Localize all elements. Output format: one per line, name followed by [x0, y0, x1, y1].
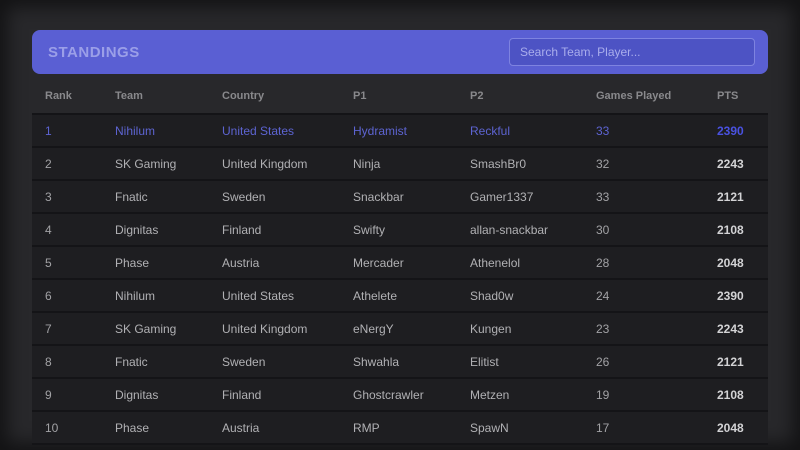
cell-games-played: 32 [596, 156, 610, 171]
cell-p2: SpawN [470, 420, 509, 435]
cell-team: Phase [115, 420, 150, 435]
cell-pts: 2121 [717, 354, 744, 369]
cell-pts: 2243 [717, 156, 744, 171]
cell-team: SK Gaming [115, 156, 177, 171]
page-title: STANDINGS [48, 43, 140, 61]
table-row[interactable]: 7 SK Gaming United Kingdom eNergY Kungen… [32, 313, 768, 344]
cell-p1: Ninja [353, 156, 381, 171]
cell-team: Nihilum [115, 288, 156, 303]
cell-pts: 2121 [717, 189, 744, 204]
cell-p2: Elitist [470, 354, 499, 369]
cell-team: Phase [115, 255, 150, 270]
cell-rank: 3 [45, 189, 52, 204]
cell-country: Sweden [222, 189, 266, 204]
table-row[interactable]: 1 Nihilum United States Hydramist Reckfu… [32, 115, 768, 146]
cell-p1: Swifty [353, 222, 386, 237]
cell-games-played: 30 [596, 222, 610, 237]
cell-rank: 8 [45, 354, 52, 369]
cell-team: Dignitas [115, 222, 159, 237]
cell-country: Austria [222, 255, 260, 270]
cell-pts: 2243 [717, 321, 744, 336]
cell-team: Fnatic [115, 354, 148, 369]
search-input[interactable] [509, 38, 755, 66]
table-header-row: Rank Team Country P1 P2 Games Played PTS [32, 84, 768, 108]
cell-p2: Shad0w [470, 288, 514, 303]
cell-country: United States [222, 288, 295, 303]
cell-p1: eNergY [353, 321, 394, 336]
table-row[interactable]: 2 SK Gaming United Kingdom Ninja SmashBr… [32, 148, 768, 179]
cell-country: United States [222, 123, 295, 138]
table-row[interactable]: 8 Fnatic Sweden Shwahla Elitist 26 2121 [32, 346, 768, 377]
cell-team: SK Gaming [115, 321, 177, 336]
cell-country: United Kingdom [222, 321, 308, 336]
cell-games-played: 17 [596, 420, 610, 435]
standings-table-body: 1 Nihilum United States Hydramist Reckfu… [32, 113, 768, 445]
column-header-country: Country [222, 90, 265, 102]
cell-p2: Reckful [470, 123, 511, 138]
cell-country: Sweden [222, 354, 266, 369]
standings-header-bar: STANDINGS [32, 30, 768, 74]
cell-games-played: 23 [596, 321, 610, 336]
column-header-p1: P1 [353, 90, 367, 102]
cell-p2: allan-snackbar [470, 222, 549, 237]
cell-rank: 2 [45, 156, 52, 171]
cell-p2: Gamer1337 [470, 189, 534, 204]
table-row[interactable]: 4 Dignitas Finland Swifty allan-snackbar… [32, 214, 768, 245]
cell-country: United Kingdom [222, 156, 308, 171]
cell-p1: Athelete [353, 288, 398, 303]
cell-team: Fnatic [115, 189, 148, 204]
cell-pts: 2048 [717, 255, 744, 270]
table-row[interactable]: 6 Nihilum United States Athelete Shad0w … [32, 280, 768, 311]
cell-rank: 5 [45, 255, 52, 270]
column-header-pts: PTS [717, 90, 739, 102]
cell-pts: 2390 [717, 123, 744, 138]
cell-rank: 7 [45, 321, 52, 336]
cell-country: Finland [222, 222, 262, 237]
table-row[interactable]: 10 Phase Austria RMP SpawN 17 2048 [32, 412, 768, 443]
cell-team: Dignitas [115, 387, 159, 402]
cell-p2: SmashBr0 [470, 156, 527, 171]
cell-rank: 9 [45, 387, 52, 402]
cell-p1: Snackbar [353, 189, 404, 204]
cell-pts: 2108 [717, 387, 744, 402]
cell-p1: Ghostcrawler [353, 387, 424, 402]
cell-p2: Athenelol [470, 255, 521, 270]
cell-country: Finland [222, 387, 262, 402]
cell-p1: RMP [353, 420, 380, 435]
column-header-games-played: Games Played [596, 90, 672, 102]
cell-rank: 10 [45, 420, 59, 435]
cell-team: Nihilum [115, 123, 156, 138]
cell-rank: 6 [45, 288, 52, 303]
cell-games-played: 33 [596, 123, 610, 138]
table-row[interactable]: 5 Phase Austria Mercader Athenelol 28 20… [32, 247, 768, 278]
table-row[interactable]: 9 Dignitas Finland Ghostcrawler Metzen 1… [32, 379, 768, 410]
cell-games-played: 24 [596, 288, 610, 303]
cell-p2: Metzen [470, 387, 510, 402]
column-header-p2: P2 [470, 90, 484, 102]
cell-games-played: 28 [596, 255, 610, 270]
cell-pts: 2048 [717, 420, 744, 435]
cell-p1: Mercader [353, 255, 404, 270]
cell-rank: 1 [45, 123, 52, 138]
cell-rank: 4 [45, 222, 52, 237]
table-row[interactable]: 3 Fnatic Sweden Snackbar Gamer1337 33 21… [32, 181, 768, 212]
cell-pts: 2108 [717, 222, 744, 237]
cell-games-played: 26 [596, 354, 610, 369]
cell-p2: Kungen [470, 321, 512, 336]
standings-page: STANDINGS Rank Team Country P1 P2 Games … [0, 0, 800, 450]
cell-games-played: 33 [596, 189, 610, 204]
cell-games-played: 19 [596, 387, 610, 402]
column-header-rank: Rank [45, 90, 72, 102]
cell-country: Austria [222, 420, 260, 435]
cell-p1: Shwahla [353, 354, 400, 369]
cell-pts: 2390 [717, 288, 744, 303]
cell-p1: Hydramist [353, 123, 408, 138]
column-header-team: Team [115, 90, 143, 102]
